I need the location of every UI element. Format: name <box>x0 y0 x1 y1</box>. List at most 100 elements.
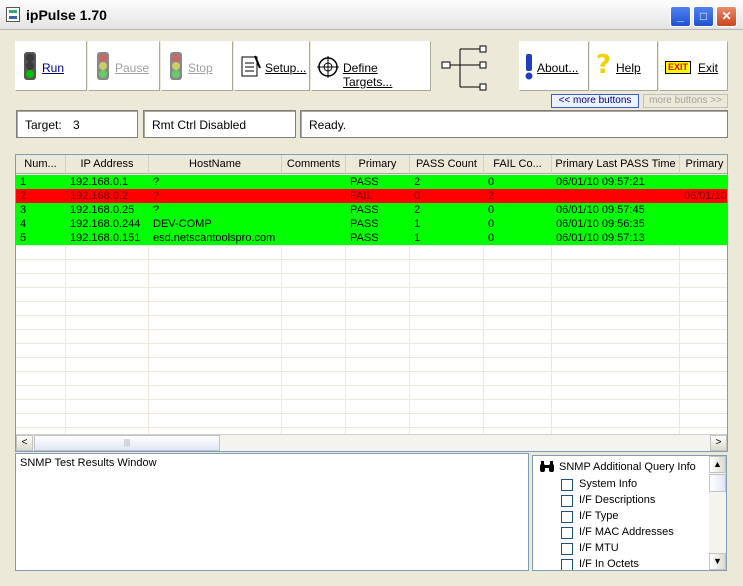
scroll-thumb[interactable] <box>709 474 726 492</box>
about-button[interactable]: About... <box>519 41 589 91</box>
table-cell: FAIL <box>350 190 373 202</box>
close-button[interactable]: ✕ <box>716 6 737 27</box>
column-header[interactable]: Primary <box>346 155 410 174</box>
question-icon: ? <box>596 50 612 80</box>
scroll-thumb[interactable]: ||| <box>34 435 220 451</box>
table-cell: 2 <box>20 190 27 202</box>
table-cell: 0 <box>488 218 495 230</box>
row-divider <box>16 315 727 316</box>
table-row[interactable]: 3 192.168.0.25? PASS 2 0 06/01/10 09:57:45 <box>16 203 727 217</box>
query-option[interactable]: I/F Type <box>561 509 711 525</box>
checkbox[interactable] <box>561 559 573 570</box>
table-cell: 2 <box>414 176 421 188</box>
checkbox[interactable] <box>561 527 573 539</box>
checkbox[interactable] <box>561 543 573 555</box>
binoculars-icon <box>540 461 554 472</box>
query-option[interactable]: I/F MAC Addresses <box>561 525 711 541</box>
horizontal-scrollbar[interactable]: < ||| > <box>16 434 727 451</box>
setup-button[interactable]: Setup... <box>234 41 310 91</box>
query-option[interactable]: System Info <box>561 477 711 493</box>
exit-button[interactable]: EXIT Exit <box>659 41 728 91</box>
checkbox[interactable] <box>561 511 573 523</box>
table-cell: 0 <box>414 190 421 202</box>
table-cell: 2 <box>414 204 421 216</box>
row-divider <box>16 287 727 288</box>
more-buttons-prev[interactable]: << more buttons <box>551 94 639 108</box>
table-row[interactable]: 4 192.168.0.244 DEV-COMP PASS 1 0 06/01/10 09:… <box>16 217 727 231</box>
column-header[interactable]: PASS Count <box>410 155 484 174</box>
table-cell: 0 <box>488 232 495 244</box>
stop-button[interactable]: Stop <box>161 41 233 91</box>
column-header[interactable]: IP Address <box>66 155 149 174</box>
maximize-button[interactable]: □ <box>693 6 714 27</box>
exit-icon: EXIT <box>665 61 691 74</box>
query-option[interactable]: I/F In Octets <box>561 557 711 570</box>
help-button[interactable]: ? Help <box>590 41 658 91</box>
row-divider <box>16 259 727 260</box>
about-label: About... <box>537 61 579 75</box>
scroll-right-button[interactable]: > <box>710 435 727 451</box>
define-targets-button[interactable]: Define Targets... <box>311 41 431 91</box>
scroll-down-button[interactable]: ▼ <box>709 553 726 570</box>
define-targets-label: Define Targets... <box>343 61 393 89</box>
table-cell: 3 <box>20 204 27 216</box>
query-option[interactable]: I/F Descriptions <box>561 493 711 509</box>
table-cell: PASS <box>350 204 379 216</box>
table-cell: 192.168.0.151 <box>70 232 141 244</box>
snmp-query-panel[interactable]: SNMP Additional Query Info System Info I/… <box>532 455 727 571</box>
table-row[interactable]: 1 192.168.0.1? PASS 2 0 06/01/10 09:57:21 <box>16 175 727 189</box>
table-cell: 2 <box>488 190 495 202</box>
table-cell: PASS <box>350 176 379 188</box>
app-icon <box>6 7 20 22</box>
snmp-query-title: SNMP Additional Query Info <box>559 461 696 473</box>
row-divider <box>16 343 727 344</box>
table-cell: 192.168.0.244 <box>70 218 141 230</box>
scroll-up-button[interactable]: ▲ <box>709 456 726 473</box>
vertical-scrollbar[interactable]: ▲ ▼ <box>709 456 726 570</box>
run-button[interactable]: Run <box>15 41 87 91</box>
setup-label: Setup... <box>265 61 307 75</box>
checkbox[interactable] <box>561 495 573 507</box>
traffic-light-icon <box>170 52 182 80</box>
table-cell: 1 <box>414 232 421 244</box>
snmp-results-window[interactable]: SNMP Test Results Window <box>15 453 529 571</box>
table-cell: 06/01/10 09:57:13 <box>556 232 645 244</box>
table-cell: 192.168.0.1 <box>70 176 129 188</box>
stop-label: Stop <box>188 61 213 75</box>
column-header[interactable]: FAIL Co... <box>484 155 552 174</box>
row-divider <box>16 385 727 386</box>
column-header[interactable]: Comments <box>282 155 346 174</box>
table-cell <box>680 231 727 245</box>
pause-button[interactable]: Pause <box>88 41 160 91</box>
scroll-left-button[interactable]: < <box>16 435 33 451</box>
row-divider <box>16 245 727 246</box>
info-icon <box>525 54 533 80</box>
column-header[interactable]: HostName <box>149 155 282 174</box>
table-cell <box>680 217 727 231</box>
table-row[interactable]: 2 192.168.0.2? FAIL 0 2 06/01/10 <box>16 189 727 203</box>
table-cell <box>282 203 346 217</box>
table-cell: 06/01/10 09:57:21 <box>556 176 645 188</box>
targets-grid[interactable]: Num... IP Address HostName Comments Primary P… <box>15 154 728 452</box>
table-cell: 06/01/10 <box>684 190 727 202</box>
column-header[interactable]: Primary Last PASS Time <box>552 155 680 174</box>
window-title: ipPulse 1.70 <box>26 7 107 23</box>
table-row[interactable]: 5 192.168.0.151 esd.netscantoolspro.com PAS… <box>16 231 727 245</box>
row-divider <box>16 413 727 414</box>
notepad-icon <box>241 55 261 77</box>
column-header[interactable]: Primary <box>680 155 727 174</box>
checkbox[interactable] <box>561 479 573 491</box>
run-label: Run <box>42 61 65 75</box>
table-cell <box>282 217 346 231</box>
table-cell: 192.168.0.2 <box>70 190 129 202</box>
pause-label: Pause <box>115 61 150 75</box>
row-divider <box>16 301 727 302</box>
column-header[interactable]: Num... <box>16 155 66 174</box>
table-cell <box>282 231 346 245</box>
exit-label: Exit <box>698 61 719 75</box>
table-cell: 1 <box>414 218 421 230</box>
query-option[interactable]: I/F MTU <box>561 541 711 557</box>
minimize-button[interactable]: _ <box>670 6 691 27</box>
query-option-label: I/F In Octets <box>579 558 639 570</box>
traffic-light-icon <box>24 52 36 80</box>
